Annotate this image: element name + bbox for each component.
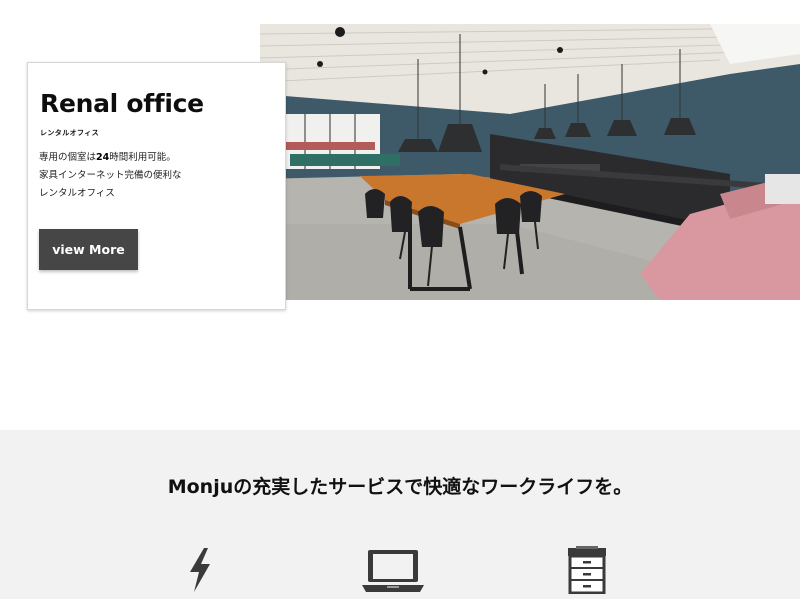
services-heading: Monjuの充実したサービスで快適なワークライフを。 bbox=[0, 472, 800, 499]
view-more-button[interactable]: view More bbox=[39, 229, 138, 270]
lightning-icon bbox=[190, 548, 210, 592]
services-section: Monjuの充実したサービスで快適なワークライフを。 bbox=[0, 430, 800, 599]
description-prefix: 専用の個室は bbox=[39, 152, 97, 163]
services-heading-text: の充実したサービスで快適なワークライフを。 bbox=[233, 476, 633, 498]
description-line-1: 専用の個室は24時間利用可能。 bbox=[39, 149, 182, 167]
card-title: Renal office bbox=[40, 89, 204, 118]
description-hours: 24 bbox=[96, 152, 110, 163]
hero-photo bbox=[260, 24, 800, 300]
card-subtitle: レンタルオフィス bbox=[40, 129, 100, 137]
description-line-2: 家具インターネット完備の便利な bbox=[39, 170, 182, 181]
office-kitchen-photo bbox=[260, 24, 800, 300]
description-line-3: レンタルオフィス bbox=[39, 188, 115, 199]
laptop-icon bbox=[362, 550, 424, 592]
description-suffix: 時間利用可能。 bbox=[109, 152, 176, 163]
brand-name: Monju bbox=[167, 476, 234, 498]
page: Renal office レンタルオフィス 専用の個室は24時間利用可能。 家具… bbox=[0, 0, 800, 599]
card-description: 専用の個室は24時間利用可能。 家具インターネット完備の便利な レンタルオフィス bbox=[39, 149, 182, 203]
hero-card: Renal office レンタルオフィス 専用の個室は24時間利用可能。 家具… bbox=[27, 62, 286, 310]
copier-icon bbox=[568, 546, 606, 594]
